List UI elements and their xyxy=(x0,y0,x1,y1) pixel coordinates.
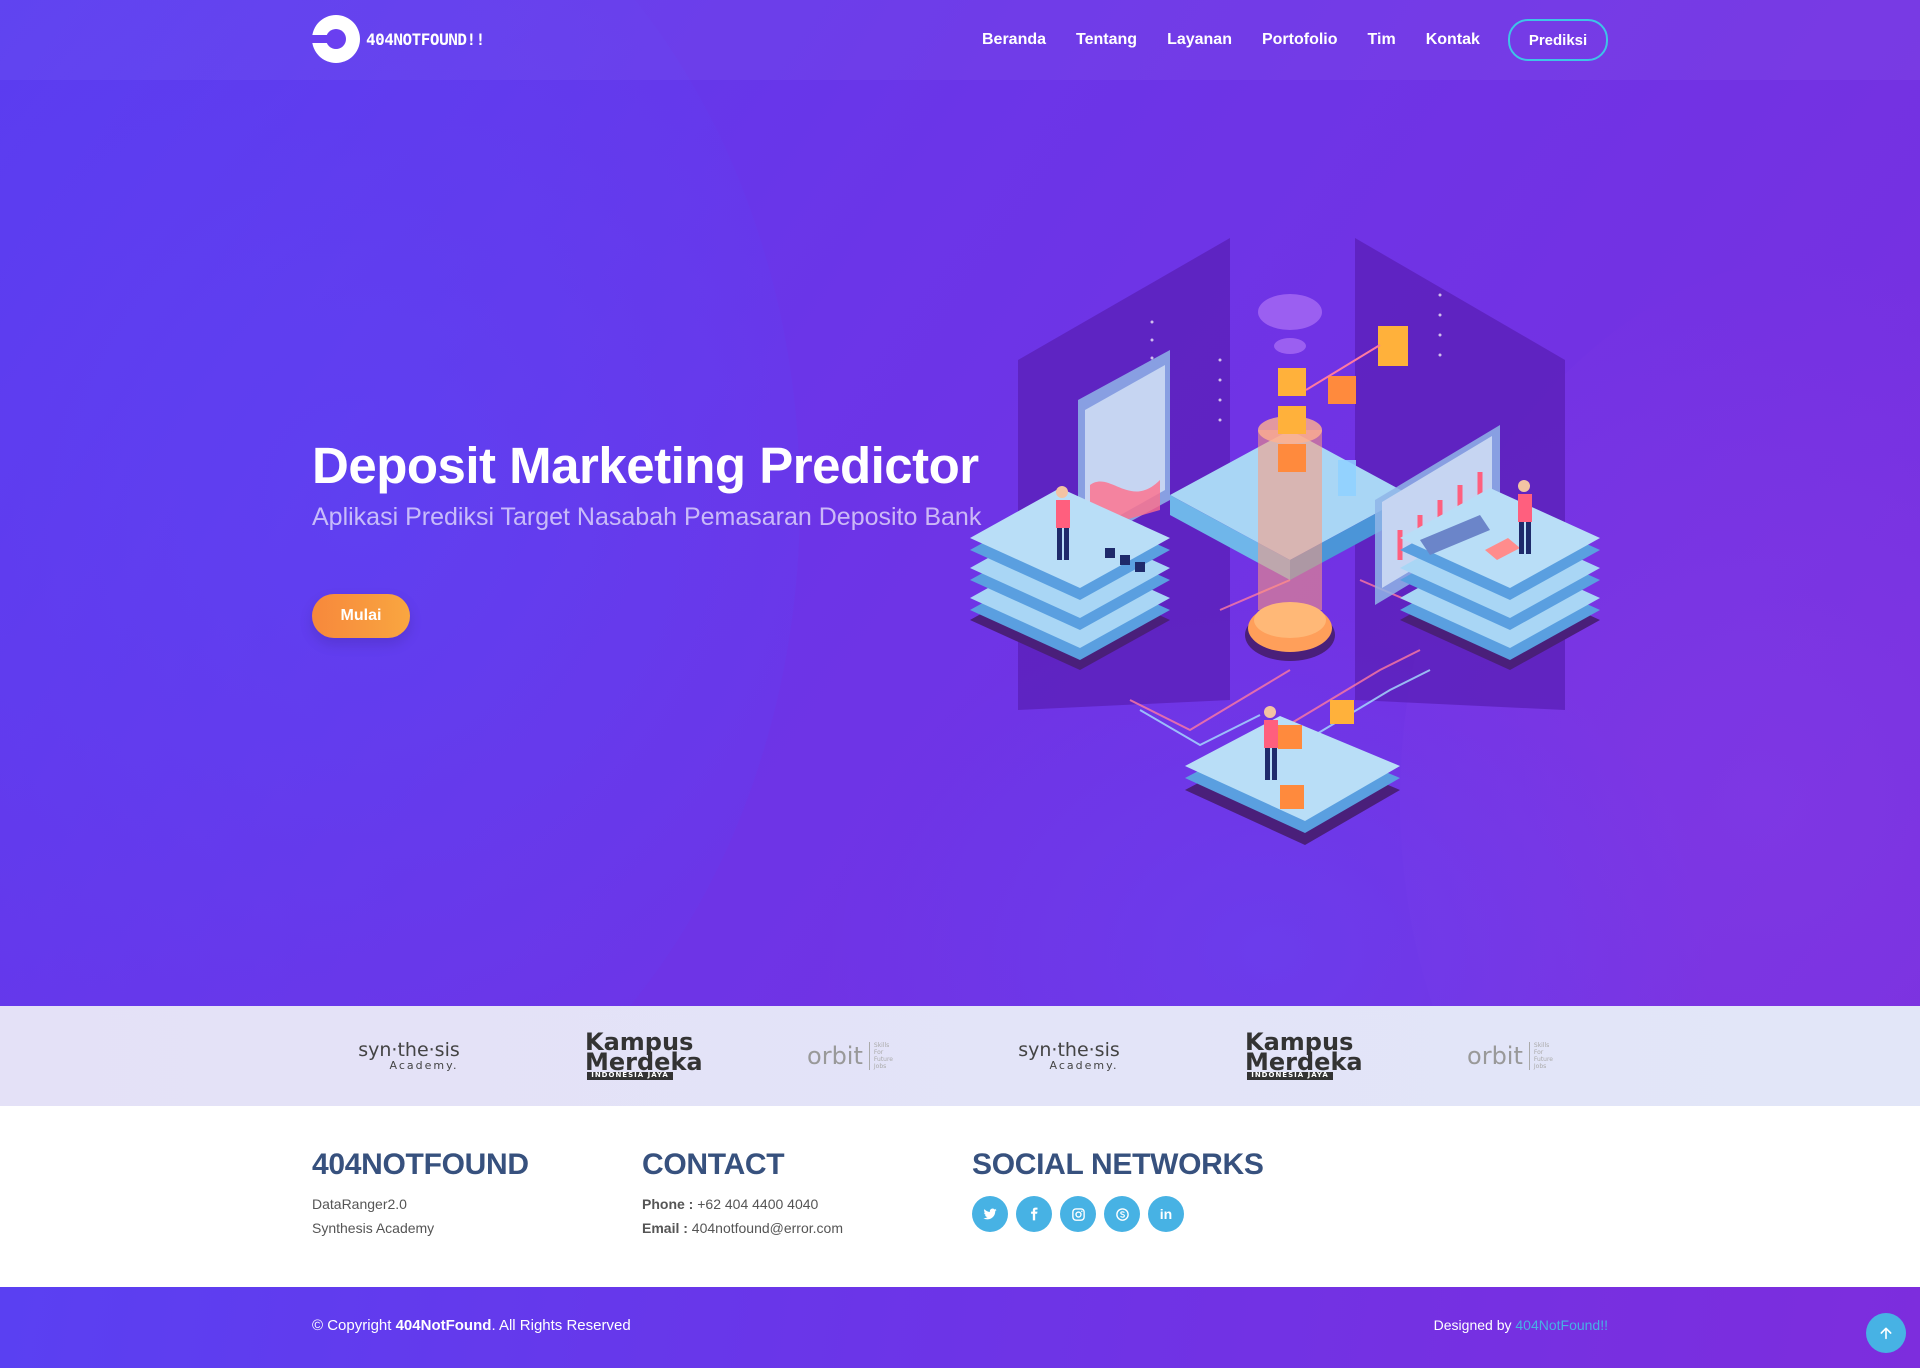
footer-social-heading: SOCIAL NETWORKS xyxy=(972,1148,1264,1181)
partner-name: Kampus Merdeka xyxy=(585,1027,703,1077)
nav-item-tim[interactable]: Tim xyxy=(1368,31,1396,49)
copyright-brand: 404NotFound xyxy=(395,1317,492,1334)
partner-sub: INDONESIA JAYA xyxy=(587,1072,673,1081)
start-button[interactable]: Mulai xyxy=(312,594,410,638)
partner-logos: syn·the·sis Academy. Kampus Merdeka INDO… xyxy=(0,1006,1920,1106)
footer-contact-heading: CONTACT xyxy=(642,1148,785,1181)
copyright: © Copyright 404NotFound. All Rights Rese… xyxy=(312,1317,631,1334)
partner-logo-synthesis: syn·the·sis Academy. xyxy=(1018,1030,1120,1082)
facebook-icon[interactable] xyxy=(1016,1196,1052,1232)
brand-logo[interactable]: 404NOTFOUND!! xyxy=(310,15,485,63)
contact-email: Email : 404notfound@error.com xyxy=(642,1220,843,1236)
hero-title: Deposit Marketing Predictor xyxy=(312,437,979,494)
footer-about-line: DataRanger2.0 xyxy=(312,1196,407,1212)
partner-logo-kampus-merdeka: Kampus Merdeka INDONESIA JAYA xyxy=(1244,1027,1363,1082)
phone-value: +62 404 4400 4040 xyxy=(697,1196,819,1212)
partner-logo-synthesis: syn·the·sis Academy. xyxy=(358,1030,460,1082)
partner-name: syn·the·sis xyxy=(1018,1039,1120,1061)
page: 404NOTFOUND!! Beranda Tentang Layanan Po… xyxy=(0,0,1920,1368)
copyright-suffix: . All Rights Reserved xyxy=(491,1317,631,1334)
footer-about-line: Synthesis Academy xyxy=(312,1220,435,1236)
arrow-up-icon xyxy=(1880,1327,1892,1340)
nav-item-kontak[interactable]: Kontak xyxy=(1426,31,1480,49)
partner-name: syn·the·sis xyxy=(358,1039,460,1061)
nav-item-beranda[interactable]: Beranda xyxy=(982,31,1046,49)
prediksi-button[interactable]: Prediksi xyxy=(1508,19,1608,61)
logo-mark-icon xyxy=(310,15,360,63)
designed-by: Designed by 404NotFound!! xyxy=(1434,1317,1608,1333)
instagram-icon[interactable] xyxy=(1060,1196,1096,1232)
partner-logo-kampus-merdeka: Kampus Merdeka INDONESIA JAYA xyxy=(584,1027,703,1082)
partner-sub: Academy. xyxy=(389,1059,459,1072)
email-value[interactable]: 404notfound@error.com xyxy=(692,1220,843,1236)
skype-icon[interactable] xyxy=(1104,1196,1140,1232)
nav-item-portofolio[interactable]: Portofolio xyxy=(1262,31,1338,49)
footer-about-heading: 404NOTFOUND xyxy=(312,1148,529,1181)
partner-sub: Skills For Future Jobs xyxy=(1528,1041,1553,1071)
main-nav: Beranda Tentang Layanan Portofolio Tim K… xyxy=(982,0,1608,80)
back-to-top-button[interactable] xyxy=(1866,1313,1906,1353)
hero-section: 404NOTFOUND!! Beranda Tentang Layanan Po… xyxy=(0,0,1920,1006)
contact-phone: Phone : +62 404 4400 4040 xyxy=(642,1196,843,1212)
partner-name: orbit xyxy=(807,1042,863,1070)
partner-name: orbit xyxy=(1467,1042,1523,1070)
footer-social: SOCIAL NETWORKS in xyxy=(972,1148,1264,1232)
email-label: Email : xyxy=(642,1220,688,1236)
partner-logo-orbit: orbit Skills For Future Jobs xyxy=(1467,1030,1553,1082)
nav-item-tentang[interactable]: Tentang xyxy=(1076,31,1137,49)
bottom-bar: © Copyright 404NotFound. All Rights Rese… xyxy=(0,1287,1920,1368)
social-links: in xyxy=(972,1196,1264,1232)
site-header: 404NOTFOUND!! Beranda Tentang Layanan Po… xyxy=(0,0,1920,80)
partner-sub: Academy. xyxy=(1049,1059,1119,1072)
designed-link[interactable]: 404NotFound!! xyxy=(1515,1317,1608,1333)
footer-contact: CONTACT Phone : +62 404 4400 4040 Email … xyxy=(642,1148,843,1244)
partner-name: Kampus Merdeka xyxy=(1245,1027,1363,1077)
designed-prefix: Designed by xyxy=(1433,1317,1512,1333)
copyright-prefix: © Copyright xyxy=(312,1317,392,1334)
partner-sub: Skills For Future Jobs xyxy=(868,1041,893,1071)
phone-label: Phone : xyxy=(642,1196,694,1212)
footer-about: 404NOTFOUND DataRanger2.0 Synthesis Acad… xyxy=(312,1148,529,1244)
linkedin-icon[interactable]: in xyxy=(1148,1196,1184,1232)
partner-logo-orbit: orbit Skills For Future Jobs xyxy=(807,1030,893,1082)
footer-info: 404NOTFOUND DataRanger2.0 Synthesis Acad… xyxy=(0,1106,1920,1287)
logo-text: 404NOTFOUND!! xyxy=(366,29,485,49)
partner-sub: INDONESIA JAYA xyxy=(1247,1072,1333,1081)
hero-subtitle: Aplikasi Prediksi Target Nasabah Pemasar… xyxy=(312,503,982,531)
twitter-icon[interactable] xyxy=(972,1196,1008,1232)
nav-item-layanan[interactable]: Layanan xyxy=(1167,31,1232,49)
hero-illustration xyxy=(970,238,1600,845)
